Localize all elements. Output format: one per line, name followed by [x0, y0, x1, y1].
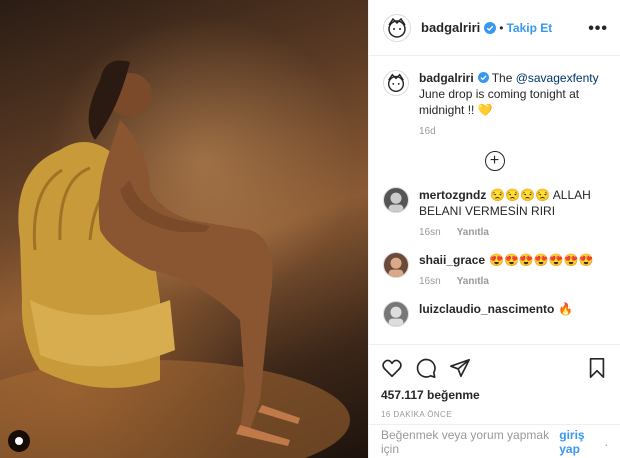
- comment-icon[interactable]: [415, 357, 437, 379]
- reply-button[interactable]: Yanıtla: [457, 227, 489, 238]
- comment-time: 16sn: [419, 276, 441, 287]
- caption: badgalriri The @savagexfenty June drop is…: [383, 70, 606, 137]
- avatar[interactable]: [383, 70, 409, 96]
- verified-badge-icon: [477, 72, 489, 83]
- profile-face-icon: [388, 17, 406, 38]
- avatar[interactable]: [383, 187, 409, 213]
- post-header: badgalriri • Takip Et •••: [369, 0, 620, 56]
- post-actions: 457.117 beğenme 16 DAKİKA ÖNCE: [369, 344, 620, 424]
- avatar[interactable]: [383, 252, 409, 278]
- likes-count[interactable]: 457.117 beğenme: [381, 388, 608, 402]
- caption-time: 16d: [419, 126, 436, 137]
- post-timestamp: 16 DAKİKA ÖNCE: [381, 410, 452, 419]
- add-comment-bar: Beğenmek veya yorum yapmak için giriş ya…: [369, 424, 620, 458]
- comment-item: mertozgndz 😒😒😒😒 ALLAH BELANI VERMESİN RIR…: [383, 187, 606, 238]
- follow-button[interactable]: Takip Et: [506, 21, 552, 35]
- comments-section[interactable]: badgalriri The @savagexfenty June drop is…: [369, 56, 620, 344]
- comment-text: 🔥: [558, 302, 574, 316]
- comment-username[interactable]: shaii_grace: [419, 253, 485, 267]
- comment-item: luizclaudio_nascimento 🔥: [383, 301, 606, 327]
- caption-text-end: June drop is coming tonight at midnight …: [419, 87, 580, 117]
- user-photo-icon: [388, 306, 404, 326]
- heart-icon[interactable]: [381, 357, 403, 379]
- comment-text: 😍😍😍😍😍😍😍: [489, 253, 594, 267]
- avatar[interactable]: [383, 13, 411, 42]
- user-photo-icon: [388, 192, 404, 212]
- avatar[interactable]: [383, 301, 409, 327]
- caption-text-start: The: [491, 71, 516, 85]
- action-icons: [381, 353, 608, 383]
- comment-username[interactable]: mertozgndz: [419, 188, 486, 202]
- caption-username[interactable]: badgalriri: [419, 71, 474, 85]
- post-username[interactable]: badgalriri: [421, 20, 480, 35]
- plus-circle-icon[interactable]: +: [484, 151, 505, 171]
- login-period: .: [604, 434, 608, 449]
- user-photo-icon: [388, 257, 404, 277]
- photo-illustration: [0, 60, 350, 458]
- comment-item: shaii_grace 😍😍😍😍😍😍😍 16sn Yanıtla: [383, 252, 606, 287]
- profile-face-icon: [387, 73, 405, 92]
- login-link[interactable]: giriş yap: [559, 428, 604, 456]
- load-more-comments[interactable]: +: [383, 151, 606, 171]
- more-options-icon[interactable]: •••: [588, 20, 608, 38]
- post-panel: badgalriri • Takip Et ••• badgalriri The …: [368, 0, 620, 458]
- verified-badge-icon: [484, 21, 497, 34]
- comment-username[interactable]: luizclaudio_nascimento: [419, 302, 554, 316]
- tagged-users-icon[interactable]: [8, 430, 30, 452]
- post-photo[interactable]: [0, 0, 368, 458]
- comment-time: 16sn: [419, 227, 441, 238]
- bookmark-icon[interactable]: [586, 357, 608, 379]
- reply-button[interactable]: Yanıtla: [457, 276, 489, 287]
- caption-mention[interactable]: @savagexfenty: [516, 71, 599, 85]
- login-prompt: Beğenmek veya yorum yapmak için: [381, 427, 550, 456]
- share-icon[interactable]: [449, 357, 471, 379]
- separator-dot: •: [499, 20, 504, 35]
